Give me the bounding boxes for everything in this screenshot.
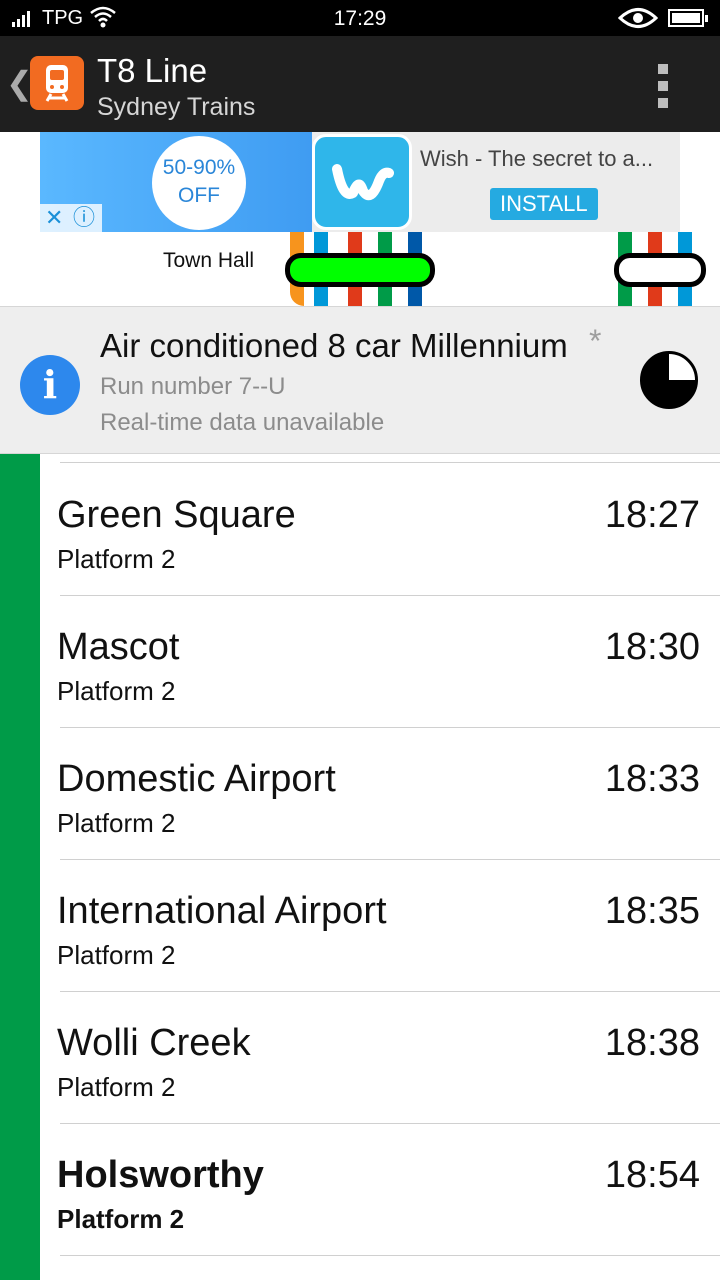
next-stop-capsule — [614, 253, 706, 287]
stop-platform: Platform 2 — [57, 940, 176, 970]
divider — [60, 462, 720, 463]
ad-promo-percent: 50-90% — [162, 156, 236, 179]
stop-row[interactable]: Green Square 18:27 Platform 2 — [40, 464, 720, 596]
timer-dial-icon — [640, 351, 698, 409]
stop-time: 18:35 — [604, 890, 700, 932]
status-bar: TPG 17:29 — [0, 0, 720, 36]
train-app-icon[interactable] — [30, 56, 84, 110]
line-color-bar — [0, 454, 40, 1280]
stop-row[interactable]: Wolli Creek 18:38 Platform 2 — [40, 992, 720, 1124]
app-bar: ❮ T8 Line Sydney Trains — [0, 36, 720, 132]
stop-time: 18:33 — [604, 758, 700, 800]
back-chevron-icon[interactable]: ❮ — [6, 64, 33, 102]
stop-row[interactable]: Mascot 18:30 Platform 2 — [40, 596, 720, 728]
stop-name: International Airport — [57, 890, 387, 932]
stop-platform: Platform 2 — [57, 544, 176, 574]
stop-name: Green Square — [57, 494, 296, 536]
stop-row[interactable]: International Airport 18:35 Platform 2 — [40, 860, 720, 992]
stop-platform: Platform 2 — [57, 1204, 185, 1234]
stop-name: Wolli Creek — [57, 1022, 251, 1064]
divider — [60, 1255, 720, 1256]
ad-banner[interactable]: 50-90% OFF Wish - The secret to a... INS… — [40, 132, 680, 232]
asterisk-note: * — [589, 323, 602, 359]
line-map: Town Hall — [0, 232, 720, 306]
current-stop-capsule — [285, 253, 435, 287]
run-number: Run number 7--U — [100, 373, 286, 400]
realtime-status: Real-time data unavailable — [100, 409, 385, 436]
ad-promo-off: OFF — [178, 184, 220, 207]
ad-choices[interactable]: ✕ ⓘ — [40, 204, 102, 232]
current-station-label: Town Hall — [163, 249, 255, 272]
eye-comfort-icon — [618, 8, 658, 28]
ad-close-icon[interactable]: ✕ — [45, 204, 63, 232]
ad-info-icon[interactable]: ⓘ — [73, 204, 95, 232]
stop-name: Holsworthy — [57, 1154, 264, 1196]
stop-platform: Platform 2 — [57, 808, 176, 838]
ad-title: Wish - The secret to a... — [420, 146, 654, 171]
battery-icon — [668, 9, 708, 27]
stop-time: 18:30 — [604, 626, 700, 668]
info-icon: i — [20, 355, 80, 415]
stop-platform: Platform 2 — [57, 676, 176, 706]
clock: 17:29 — [333, 7, 387, 30]
train-type: Air conditioned 8 car Millennium — [100, 327, 568, 364]
page-subtitle: Sydney Trains — [97, 93, 256, 121]
stop-time: 18:27 — [604, 494, 700, 536]
ad-promo-badge: 50-90% OFF — [152, 136, 246, 230]
stop-time: 18:38 — [604, 1022, 700, 1064]
wish-logo-icon — [312, 134, 412, 230]
overflow-menu-icon[interactable] — [656, 64, 670, 108]
stop-name: Mascot — [57, 626, 180, 668]
stop-time: 18:54 — [604, 1154, 700, 1196]
stop-platform: Platform 2 — [57, 1072, 176, 1102]
install-button[interactable]: INSTALL — [490, 188, 598, 220]
stop-name: Domestic Airport — [57, 758, 336, 800]
train-info-card[interactable]: i Air conditioned 8 car Millennium * Run… — [0, 306, 720, 454]
stop-row-destination[interactable]: Holsworthy 18:54 Platform 2 — [40, 1124, 720, 1256]
stop-row[interactable]: Domestic Airport 18:33 Platform 2 — [40, 728, 720, 860]
page-title: T8 Line — [97, 52, 208, 89]
